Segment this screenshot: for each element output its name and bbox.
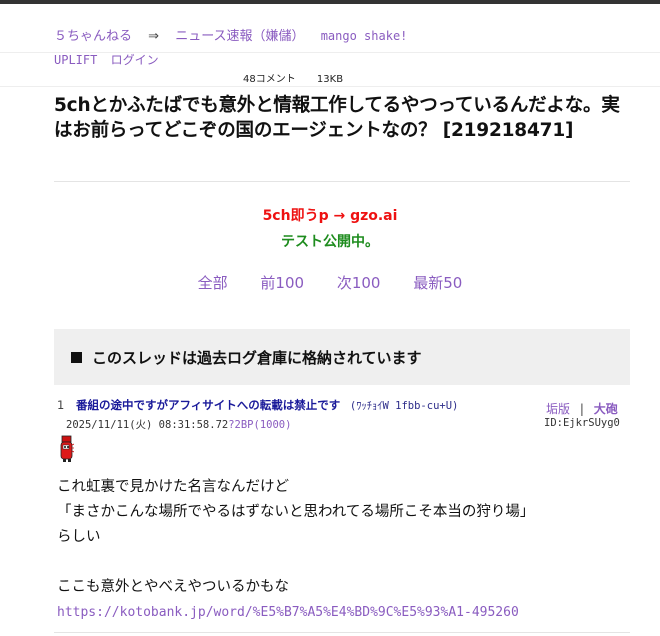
post-date: 2025/11/11(火) 08:31:58.72?2BP(1000) [66, 417, 291, 432]
divider [54, 181, 630, 182]
account-nav: UPLIFT ログイン [54, 51, 165, 68]
post-link[interactable]: https://kotobank.jp/word/%E5%B7%A5%E4%BD… [57, 600, 632, 625]
post-timestamp: 2025/11/11(火) 08:31:58.72 [66, 419, 229, 431]
post-id[interactable]: ID:EjkrSUyg0 [544, 417, 620, 429]
site-link[interactable]: ５ちゃんねる [54, 29, 132, 44]
be-link[interactable]: ?2BP(1000) [228, 419, 291, 431]
pager-next-link[interactable]: 次100 [337, 274, 381, 292]
breadcrumb: ５ちゃんねる ⇒ ニュース速報（嫌儲） mango shake! [54, 25, 419, 44]
pager-all-link[interactable]: 全部 [198, 274, 228, 292]
post-line: ここも意外とやべえやついるかもな [57, 579, 289, 595]
archive-notice: このスレッドは過去ログ倉庫に格納されています [54, 329, 630, 385]
action-separator: | [579, 402, 584, 416]
pager: 全部 前100 次100 最新50 [0, 272, 660, 293]
thread-size: 13KB [316, 74, 344, 85]
be-avatar-icon [60, 435, 74, 462]
post-author-name: 番組の途中ですがアフィサイトへの転載は禁止です [75, 398, 341, 412]
report-button[interactable]: 大砲 [594, 402, 618, 416]
mango-shake-link[interactable]: mango shake! [321, 29, 408, 43]
thread-title: 5chとかふたばでも意外と情報工作してるやつっているんだよな。実はお前らってどこ… [54, 95, 620, 141]
post-author-trip: (ﾜｯﾁｮｲW 1fbb-cu+U) [349, 400, 459, 412]
top-bar [0, 0, 660, 4]
post-header: 1 番組の途中ですがアフィサイトへの転載は禁止です (ﾜｯﾁｮｲW 1fbb-c… [57, 397, 458, 413]
post-line [57, 550, 632, 575]
divider [0, 86, 660, 87]
pager-prev-link[interactable]: 前100 [260, 274, 304, 292]
promo-text: テスト公開中。 [281, 234, 379, 250]
post-line: らしい [57, 529, 101, 545]
arrow-icon: ⇒ [148, 29, 160, 44]
promo-link[interactable]: 5ch即うp → gzo.ai [0, 205, 660, 225]
thread-meta: 48コメント 13KB [243, 70, 361, 85]
archive-notice-text: このスレッドは過去ログ倉庫に格納されています [92, 348, 422, 367]
board-link[interactable]: ニュース速報（嫌儲） [175, 29, 304, 44]
login-link[interactable]: ログイン [111, 53, 159, 67]
post-number[interactable]: 1 [57, 398, 64, 412]
divider [54, 632, 630, 633]
post-line: 「まさかこんな場所でやるはずないと思われてる場所こそ本当の狩り場」 [57, 504, 535, 520]
square-icon [71, 351, 82, 363]
ng-button[interactable]: 垢版 [546, 402, 570, 416]
post-line: これ虹裏で見かけた名言なんだけど [57, 479, 289, 495]
post-actions: 垢版 | 大砲 [546, 400, 618, 417]
pager-latest-link[interactable]: 最新50 [413, 274, 462, 292]
uplift-link[interactable]: UPLIFT [54, 53, 97, 67]
comment-count: 48コメント [243, 74, 296, 85]
post-body: これ虹裏で見かけた名言なんだけど 「まさかこんな場所でやるはずないと思われてる場… [57, 475, 632, 625]
